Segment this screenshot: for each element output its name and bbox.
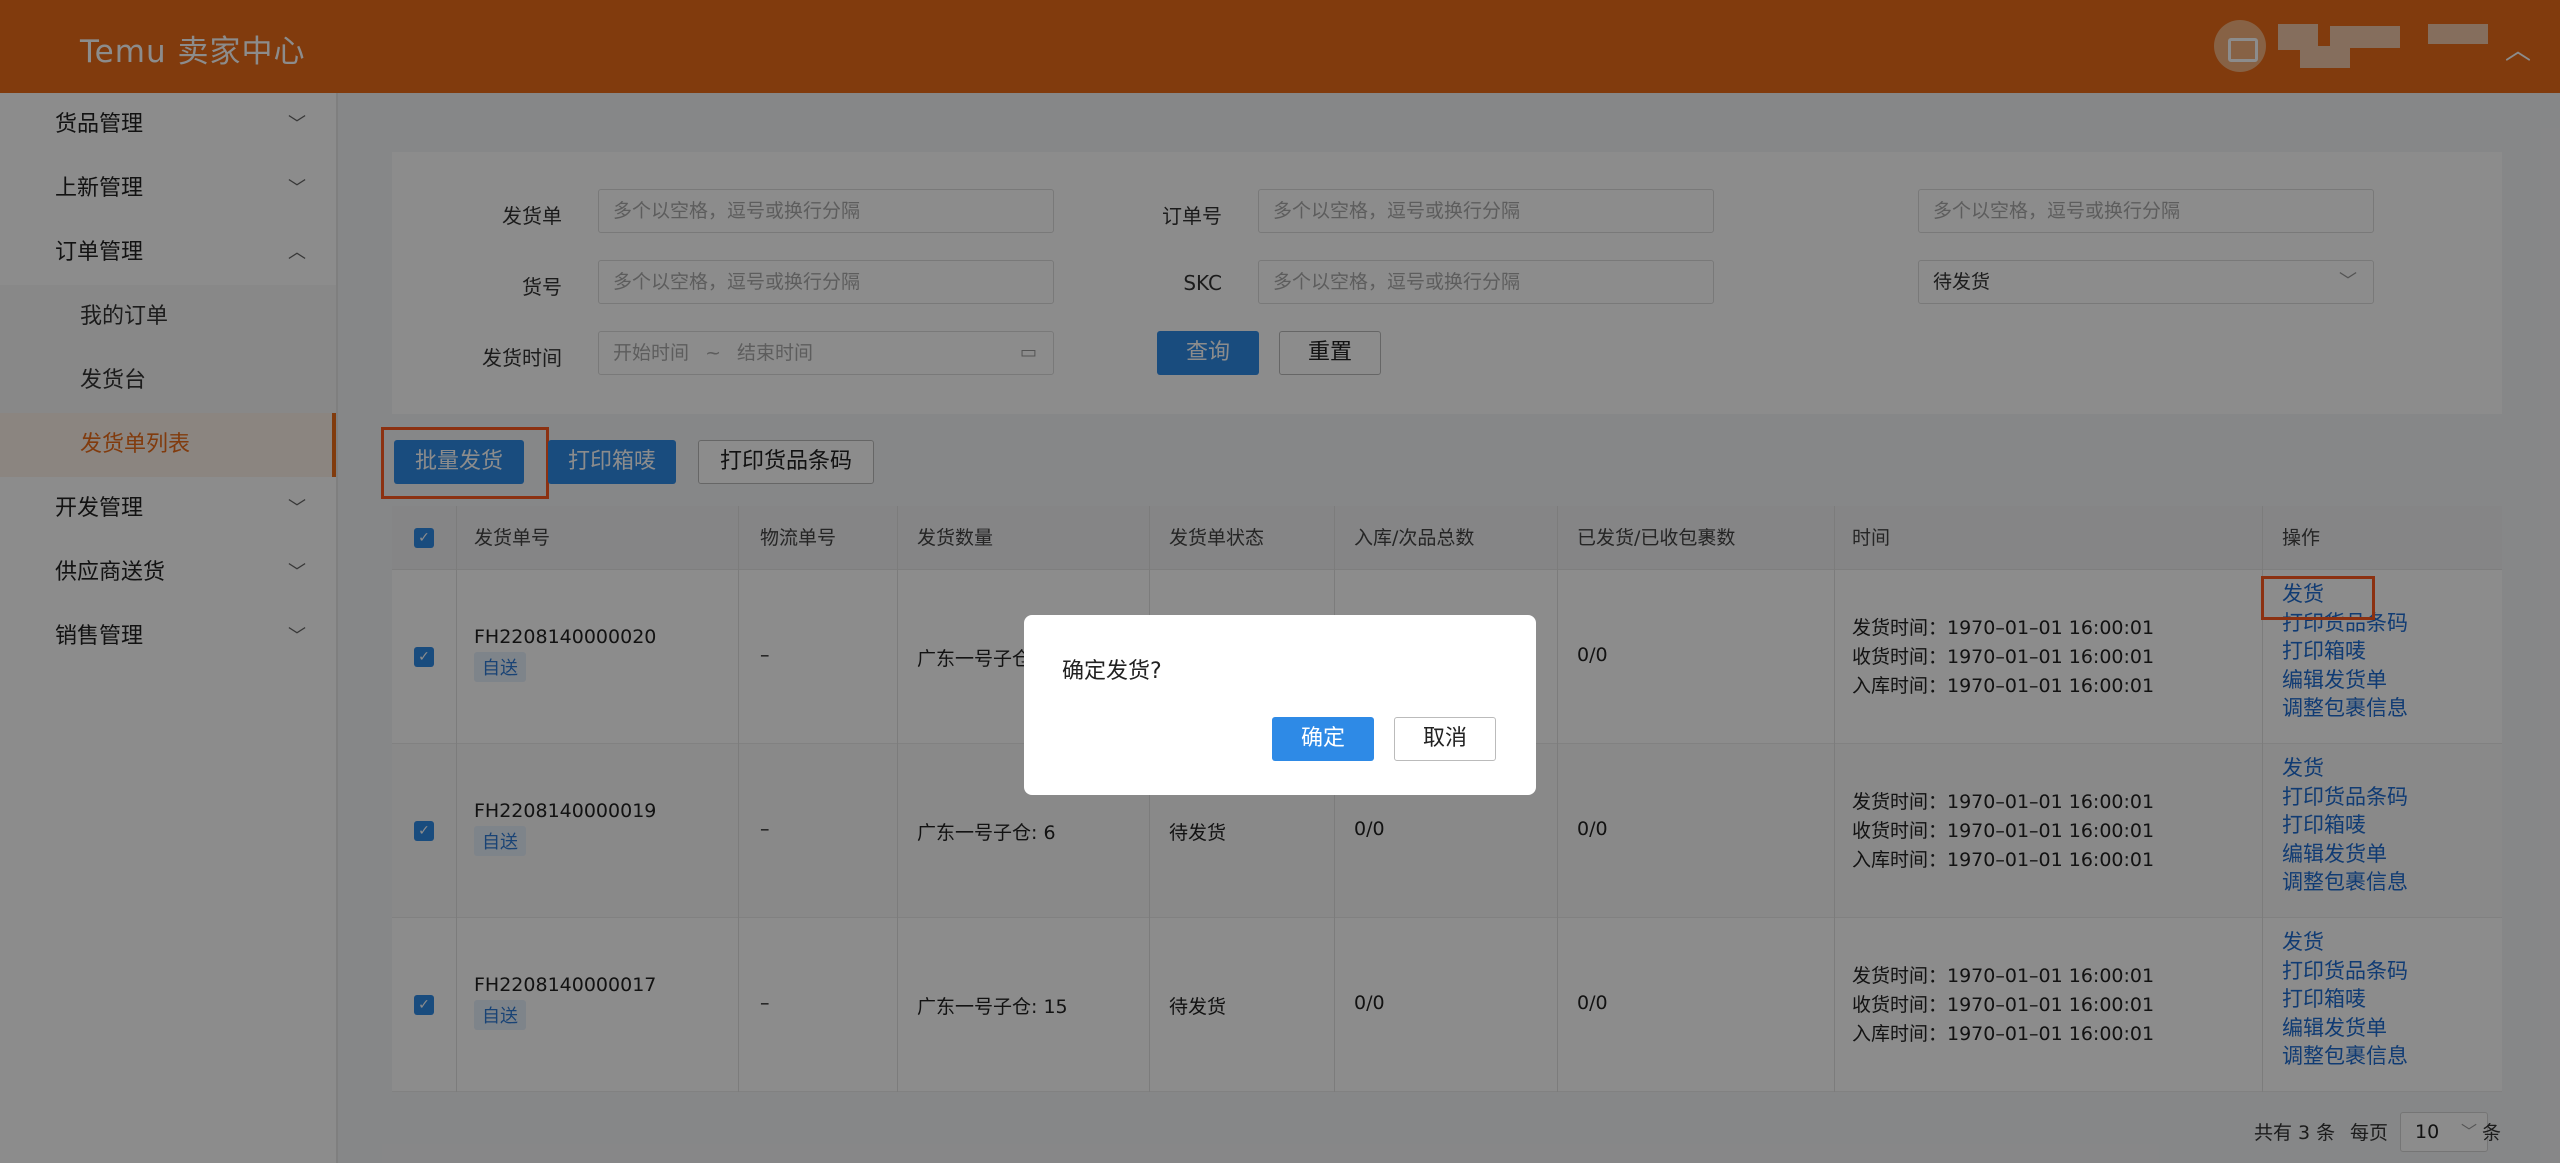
cancel-button[interactable]: 取消 [1394, 717, 1496, 761]
modal-overlay[interactable] [0, 0, 2560, 1163]
dialog-message: 确定发货? [1062, 659, 1162, 684]
confirm-button[interactable]: 确定 [1272, 717, 1374, 761]
confirm-ship-dialog: 确定发货? 确定 取消 [1024, 615, 1536, 795]
